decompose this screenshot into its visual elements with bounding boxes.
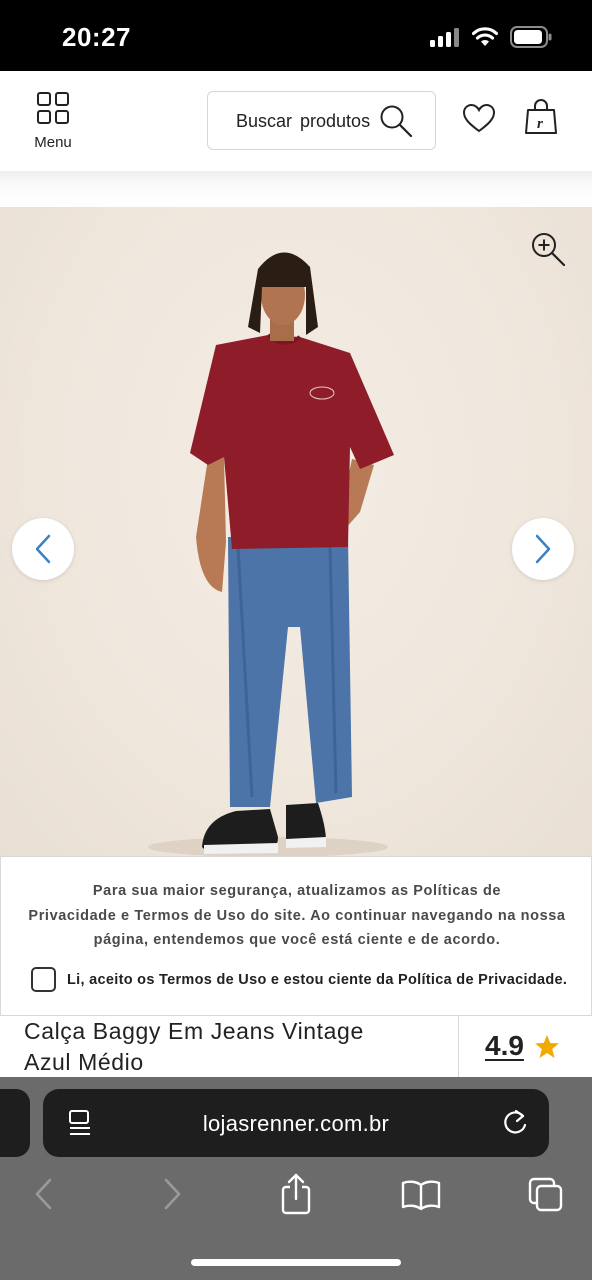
rating-value[interactable]: 4.9 xyxy=(485,1030,524,1062)
header-shadow xyxy=(0,171,592,207)
address-bar[interactable]: lojasrenner.com.br xyxy=(43,1089,549,1157)
chevron-right-icon xyxy=(535,534,551,564)
forward-icon[interactable] xyxy=(160,1177,184,1211)
search-input[interactable]: Buscar produtos xyxy=(207,91,436,150)
wishlist-button[interactable] xyxy=(462,103,496,138)
browser-toolbar: lojasrenner.com.br xyxy=(0,1077,592,1280)
share-icon[interactable] xyxy=(280,1173,312,1215)
product-rating[interactable]: 4.9 xyxy=(485,1030,560,1062)
status-bar: 20:27 xyxy=(0,0,592,71)
product-photo xyxy=(148,252,394,857)
search-placeholder: Buscar produtos xyxy=(236,111,371,131)
site-header: Menu Buscar produtos r xyxy=(0,71,592,171)
grid-menu-icon xyxy=(37,92,69,124)
previous-tab-preview[interactable] xyxy=(0,1089,30,1157)
privacy-message: Para sua maior segurança, atualizamos as… xyxy=(21,879,573,953)
tabs-icon[interactable] xyxy=(528,1177,564,1213)
chevron-left-icon xyxy=(35,534,51,564)
back-icon[interactable] xyxy=(32,1177,56,1211)
star-icon xyxy=(534,1034,559,1058)
privacy-consent-label[interactable]: Li, aceito os Termos de Uso e estou cien… xyxy=(67,972,567,988)
product-title-line-2: Azul Médio xyxy=(24,1049,144,1075)
product-image-gallery[interactable] xyxy=(0,207,592,857)
product-title: Calça Baggy Em Jeans Vintage Azul Médio xyxy=(24,1016,444,1078)
privacy-consent-checkbox[interactable] xyxy=(31,967,56,992)
cart-button[interactable]: r xyxy=(524,99,558,140)
signal-icon xyxy=(430,28,459,47)
bookmarks-icon[interactable] xyxy=(401,1179,441,1211)
privacy-line-1: Para sua maior segurança, atualizamos as… xyxy=(92,883,502,899)
heart-icon xyxy=(462,103,496,133)
title-divider xyxy=(458,1016,459,1077)
wifi-icon xyxy=(472,27,498,46)
svg-text:r: r xyxy=(537,116,543,132)
status-time: 20:27 xyxy=(62,22,131,52)
search-icon[interactable] xyxy=(379,104,413,138)
shopping-bag-icon: r xyxy=(525,99,557,134)
privacy-line-2: Privacidade e Termos de Uso do site. Ao … xyxy=(28,907,566,924)
menu-label: Menu xyxy=(34,134,72,151)
menu-button[interactable]: Menu xyxy=(28,91,78,151)
reload-icon[interactable] xyxy=(501,1108,529,1138)
home-indicator xyxy=(191,1259,401,1266)
privacy-line-3: página, entendemos que você está ciente … xyxy=(93,932,501,948)
zoom-in-icon[interactable] xyxy=(530,231,566,267)
status-icons xyxy=(430,26,552,48)
next-image-button[interactable] xyxy=(512,518,574,580)
url-text[interactable]: lojasrenner.com.br xyxy=(43,1111,549,1137)
privacy-consent-row[interactable]: Li, aceito os Termos de Uso e estou cien… xyxy=(31,967,567,992)
previous-image-button[interactable] xyxy=(12,518,74,580)
product-title-line-1: Calça Baggy Em Jeans Vintage xyxy=(24,1018,364,1044)
privacy-banner: Para sua maior segurança, atualizamos as… xyxy=(0,856,592,1016)
battery-icon xyxy=(510,26,552,48)
